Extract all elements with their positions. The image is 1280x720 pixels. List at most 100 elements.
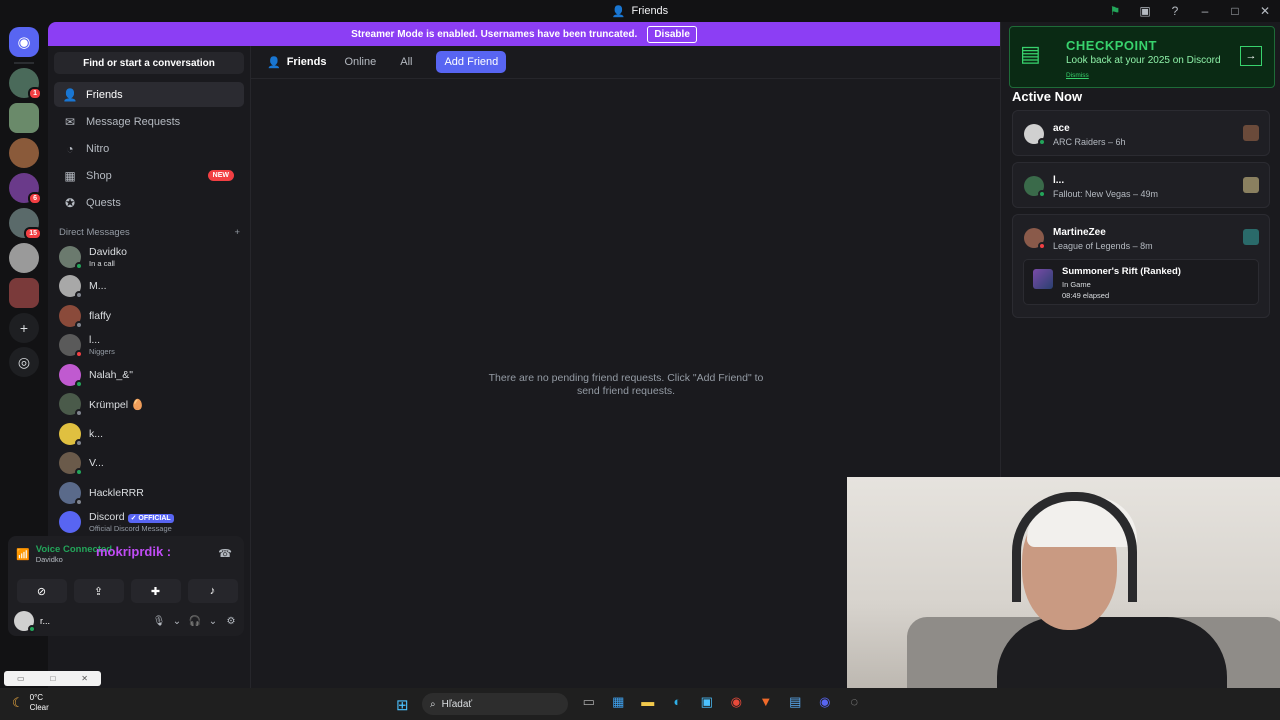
dm-item[interactable]: Nalah_&"	[54, 360, 244, 390]
headset-icon	[1012, 492, 1137, 602]
dm-item[interactable]: flaffy	[54, 301, 244, 331]
avatar	[59, 422, 83, 447]
server-icon[interactable]	[9, 103, 39, 133]
status-indicator	[75, 497, 83, 506]
edge-icon[interactable]: ◐	[663, 694, 693, 710]
active-now-title: Active Now	[1012, 89, 1083, 104]
brave-icon[interactable]: ▼	[751, 694, 781, 710]
chevron-down-icon[interactable]: ⌄	[168, 616, 186, 627]
dm-item[interactable]: Davidko In a call	[54, 242, 244, 272]
disable-streamer-mode-button[interactable]: Disable	[647, 25, 697, 43]
webcam-overlay	[847, 477, 1280, 688]
status-indicator	[75, 468, 83, 477]
avatar	[59, 275, 83, 300]
create-dm-button[interactable]: +	[234, 227, 240, 238]
window-title: Friends	[631, 5, 669, 17]
soundboard-button[interactable]: ♪	[187, 579, 238, 603]
gear-icon[interactable]: ⚙	[222, 616, 240, 627]
sidebar-item-quests[interactable]: ✪ Quests	[54, 190, 244, 215]
close-button[interactable]: ✕	[1250, 4, 1280, 18]
activity-card[interactable]: l... Fallout: New Vegas – 49m	[1012, 162, 1270, 208]
server-icon[interactable]: 6	[9, 173, 42, 205]
close-icon[interactable]: ✕	[81, 674, 88, 683]
server-icon[interactable]	[9, 243, 39, 273]
dm-name-text: Discord	[89, 511, 125, 524]
microphone-icon[interactable]: 🎙	[150, 616, 168, 627]
camera-button[interactable]: ⊘	[16, 579, 67, 603]
inbox-icon[interactable]: ▣	[1130, 4, 1160, 18]
explore-servers-button[interactable]: ◎	[9, 347, 39, 377]
snap-full-icon[interactable]: □	[50, 674, 55, 683]
chevron-down-icon[interactable]: ⌄	[204, 616, 222, 627]
activity-card[interactable]: ace ARC Raiders – 6h	[1012, 110, 1270, 156]
dm-item[interactable]: HackleRRR	[54, 478, 244, 508]
photos-icon[interactable]: ▣	[692, 694, 722, 710]
dm-text: Nalah_&"	[89, 369, 133, 381]
checkpoint-banner[interactable]: ▤ CHECKPOINT Look back at your 2025 on D…	[1009, 26, 1275, 88]
checkpoint-title: CHECKPOINT	[1066, 38, 1157, 53]
task-view-icon[interactable]: ▭	[574, 694, 604, 710]
activity-button[interactable]: ✚	[130, 579, 181, 603]
sidebar-item-nitro[interactable]: ◔ Nitro	[54, 136, 244, 161]
arrow-right-icon[interactable]: →	[1240, 46, 1262, 66]
find-conversation-button[interactable]: Find or start a conversation	[54, 52, 244, 74]
help-icon[interactable]: ?	[1160, 4, 1190, 18]
dm-name: V...	[89, 457, 104, 469]
weather-widget[interactable]: ☾ 0°C Clear	[12, 693, 49, 713]
empty-state-text: There are no pending friend requests. Cl…	[488, 372, 764, 397]
dm-name: Davidko	[89, 246, 127, 258]
nitro-icon: ◔	[66, 141, 74, 156]
server-icon[interactable]: 1	[9, 68, 42, 100]
minimize-button[interactable]: –	[1190, 4, 1220, 18]
notepad-icon[interactable]: ▤	[781, 694, 811, 710]
home-button[interactable]: ◉	[9, 27, 39, 57]
chrome-icon[interactable]: ◉	[722, 694, 752, 710]
discord-icon[interactable]: ◉	[810, 694, 840, 710]
mention-badge: 6	[28, 192, 42, 205]
disconnect-icon[interactable]: ☎	[218, 547, 232, 560]
folder-icon[interactable]: ▬	[633, 694, 663, 710]
dm-text: Discord ✓ OFFICIAL Official Discord Messag…	[89, 511, 174, 533]
screen-share-button[interactable]: ⇪	[73, 579, 124, 603]
maximize-button[interactable]: □	[1220, 4, 1250, 18]
sidebar-item-shop[interactable]: ▦ Shop NEW	[54, 163, 244, 188]
game-icon	[1243, 125, 1259, 141]
server-icon[interactable]	[9, 278, 39, 308]
checkpoint-icon: ▤	[1020, 41, 1041, 66]
windows-start-icon[interactable]: ⊞	[396, 696, 409, 714]
activity-card[interactable]: MartineZee League of Legends – 8m Summon…	[1012, 214, 1270, 318]
dm-item[interactable]: M...	[54, 272, 244, 302]
dm-item[interactable]: l... Niggers	[54, 331, 244, 361]
avatar[interactable]	[14, 611, 36, 633]
snap-left-icon[interactable]: ▭	[17, 674, 25, 683]
moon-icon: ☾	[12, 695, 24, 710]
flag-icon[interactable]: ⚑	[1100, 4, 1130, 18]
avatar	[59, 452, 83, 477]
server-icon[interactable]: 15	[9, 208, 42, 240]
dm-item[interactable]: Krümpel 🥚	[54, 390, 244, 420]
store-icon[interactable]: ▦	[604, 694, 634, 710]
app-icon[interactable]: ◌	[840, 694, 870, 710]
dm-name-text: HackleRRR	[89, 486, 144, 499]
dm-item[interactable]: k...	[54, 419, 244, 449]
user-controls: 🎙 ⌄ 🎧 ⌄ ⚙	[150, 616, 240, 627]
tab-online[interactable]: Online	[344, 56, 376, 68]
server-icon[interactable]	[9, 138, 39, 168]
dismiss-link[interactable]: Dismiss	[1066, 72, 1089, 79]
status-indicator	[1038, 138, 1046, 146]
tab-all[interactable]: All	[400, 56, 412, 68]
sidebar-item-friends[interactable]: 👤 Friends	[54, 82, 244, 107]
dm-item[interactable]: V...	[54, 449, 244, 479]
add-friend-button[interactable]: Add Friend	[436, 51, 507, 73]
dm-item[interactable]: Discord ✓ OFFICIAL Official Discord Messag…	[54, 508, 244, 538]
dm-text: V...	[89, 457, 104, 469]
taskbar-search[interactable]: ⌕ Hľadať	[422, 693, 568, 715]
avatar	[59, 481, 83, 506]
sidebar-item-message-requests[interactable]: ✉ Message Requests	[54, 109, 244, 134]
sidebar-item-label: Shop	[86, 169, 112, 182]
dm-name: Krümpel 🥚	[89, 398, 144, 411]
add-server-button[interactable]: +	[9, 313, 39, 343]
new-badge: NEW	[207, 170, 234, 181]
status-indicator	[75, 261, 83, 270]
headphones-icon[interactable]: 🎧	[186, 616, 204, 627]
